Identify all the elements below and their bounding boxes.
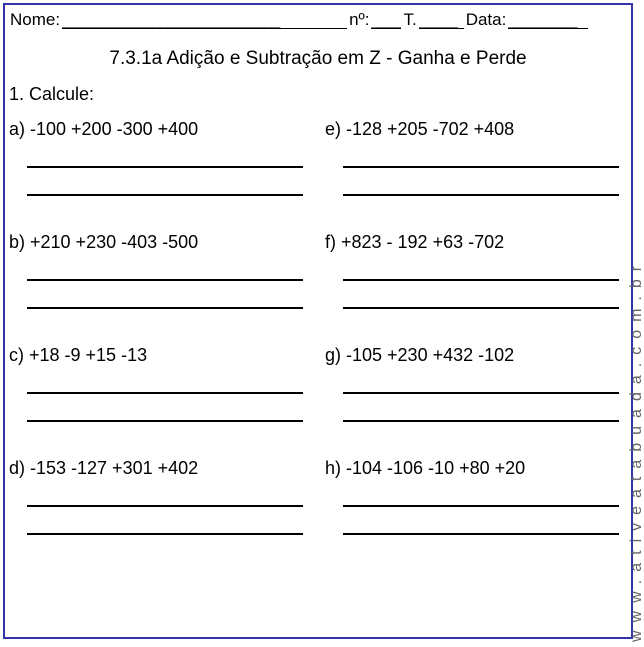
answer-line[interactable] <box>27 194 303 196</box>
problem-g-text: g) -105 +230 +432 -102 <box>325 345 627 366</box>
problem-a-text: a) -100 +200 -300 +400 <box>9 119 311 140</box>
worksheet-frame: Nome: _____________________________ nº: … <box>3 3 633 639</box>
answer-line[interactable] <box>27 533 303 535</box>
worksheet-title: 7.3.1a Adição e Subtração em Z - Ganha e… <box>5 48 631 70</box>
data-blank[interactable]: _________ <box>508 10 588 29</box>
watermark-url: www.ativeatabuada.com.br <box>628 123 644 642</box>
answer-line[interactable] <box>343 392 619 394</box>
data-label: Data: <box>466 10 507 30</box>
problem-h: h) -104 -106 -10 +80 +20 <box>323 458 629 561</box>
problem-h-text: h) -104 -106 -10 +80 +20 <box>325 458 627 479</box>
nome-label: Nome: <box>10 10 60 30</box>
problem-g: g) -105 +230 +432 -102 <box>323 345 629 448</box>
problem-c: c) +18 -9 +15 -13 <box>7 345 313 448</box>
numero-label: nº: <box>349 10 369 30</box>
problem-b: b) +210 +230 -403 -500 <box>7 232 313 335</box>
problem-b-text: b) +210 +230 -403 -500 <box>9 232 311 253</box>
problem-f-text: f) +823 - 192 +63 -702 <box>325 232 627 253</box>
turma-label: T. <box>403 10 416 30</box>
turma-blank[interactable]: _____ <box>419 10 464 29</box>
answer-line[interactable] <box>27 392 303 394</box>
nome-blank[interactable]: _____________________________ <box>62 10 347 29</box>
problem-d-text: d) -153 -127 +301 +402 <box>9 458 311 479</box>
answer-line[interactable] <box>27 420 303 422</box>
answer-line[interactable] <box>343 420 619 422</box>
answer-line[interactable] <box>343 533 619 535</box>
answer-line[interactable] <box>343 194 619 196</box>
answer-line[interactable] <box>343 505 619 507</box>
answer-line[interactable] <box>27 505 303 507</box>
answer-line[interactable] <box>343 307 619 309</box>
problem-e-text: e) -128 +205 -702 +408 <box>325 119 627 140</box>
answer-line[interactable] <box>343 279 619 281</box>
problem-e: e) -128 +205 -702 +408 <box>323 119 629 222</box>
answer-line[interactable] <box>27 166 303 168</box>
problem-d: d) -153 -127 +301 +402 <box>7 458 313 561</box>
problem-f: f) +823 - 192 +63 -702 <box>323 232 629 335</box>
header-row: Nome: _____________________________ nº: … <box>5 10 631 30</box>
answer-line[interactable] <box>27 307 303 309</box>
problems-grid: a) -100 +200 -300 +400 e) -128 +205 -702… <box>5 119 631 561</box>
answer-line[interactable] <box>343 166 619 168</box>
instruction-text: 1. Calcule: <box>5 84 631 105</box>
problem-a: a) -100 +200 -300 +400 <box>7 119 313 222</box>
answer-line[interactable] <box>27 279 303 281</box>
problem-c-text: c) +18 -9 +15 -13 <box>9 345 311 366</box>
numero-blank[interactable]: ____ <box>371 10 401 29</box>
